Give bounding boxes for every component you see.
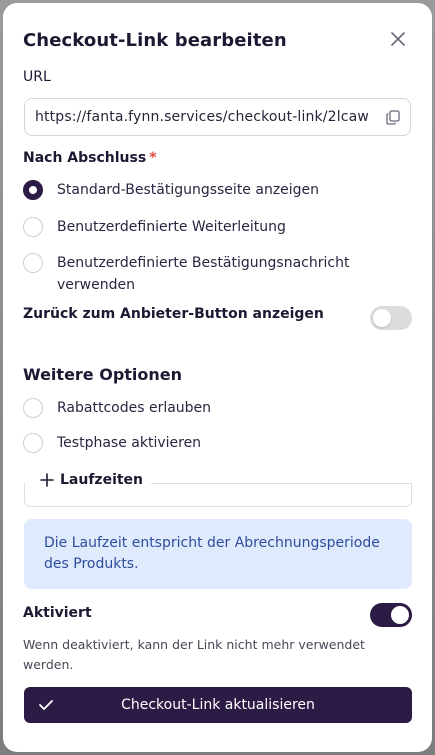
runtime-label: Laufzeiten	[60, 472, 144, 488]
after-completion-label-text: Nach Abschluss	[23, 150, 147, 166]
update-checkout-link-button[interactable]: Checkout-Link aktualisieren	[24, 687, 412, 723]
add-runtime-button[interactable]: Laufzeiten	[32, 472, 152, 488]
option-discount-codes[interactable]: Rabattcodes erlauben	[23, 398, 403, 419]
back-button-label: Zurück zum Anbieter-Button anzeigen	[23, 306, 324, 322]
runtime-divider	[144, 483, 412, 484]
radio-label-custom-message: Benutzerdefinierte Bestätigungsnachricht…	[57, 255, 350, 293]
toggle-knob	[373, 309, 391, 327]
activated-toggle[interactable]	[370, 603, 412, 627]
runtime-info-box: Die Laufzeit entspricht der Abrechnungsp…	[24, 519, 412, 589]
toggle-knob	[391, 606, 409, 624]
modal-title: Checkout-Link bearbeiten	[23, 30, 287, 51]
back-button-toggle[interactable]	[370, 306, 412, 330]
radio-standard[interactable]	[23, 180, 43, 200]
url-value[interactable]: https://fanta.fynn.services/checkout-lin…	[25, 109, 368, 125]
radio-custom-message[interactable]	[23, 253, 43, 273]
checkbox-trial[interactable]	[23, 433, 43, 453]
activated-hint: Wenn deaktiviert, kann der Link nicht me…	[23, 637, 365, 672]
radio-redirect[interactable]	[23, 217, 43, 237]
trial-label: Testphase aktivieren	[57, 435, 202, 451]
after-completion-label: Nach Abschluss *	[23, 150, 157, 166]
url-field[interactable]: https://fanta.fynn.services/checkout-lin…	[24, 98, 411, 136]
close-button[interactable]	[388, 29, 408, 49]
radio-option-standard[interactable]: Standard-Bestätigungsseite anzeigen	[23, 180, 403, 201]
copy-icon[interactable]	[386, 110, 400, 125]
plus-icon	[40, 473, 54, 487]
discount-codes-label: Rabattcodes erlauben	[57, 400, 212, 416]
radio-label-standard: Standard-Bestätigungsseite anzeigen	[57, 182, 320, 198]
required-mark: *	[149, 150, 157, 166]
check-icon	[39, 700, 53, 710]
edit-checkout-link-modal: Checkout-Link bearbeiten URL https://fan…	[3, 3, 432, 752]
update-button-label: Checkout-Link aktualisieren	[121, 697, 315, 713]
url-label: URL	[23, 69, 51, 85]
close-icon	[391, 32, 405, 46]
checkbox-discount-codes[interactable]	[23, 398, 43, 418]
radio-option-redirect[interactable]: Benutzerdefinierte Weiterleitung	[23, 217, 403, 238]
more-options-title: Weitere Optionen	[23, 365, 183, 384]
activated-label: Aktiviert	[23, 605, 92, 621]
option-trial[interactable]: Testphase aktivieren	[23, 433, 403, 454]
radio-option-custom-message[interactable]: Benutzerdefinierte Bestätigungsnachricht…	[23, 253, 403, 296]
radio-label-redirect: Benutzerdefinierte Weiterleitung	[57, 219, 286, 235]
